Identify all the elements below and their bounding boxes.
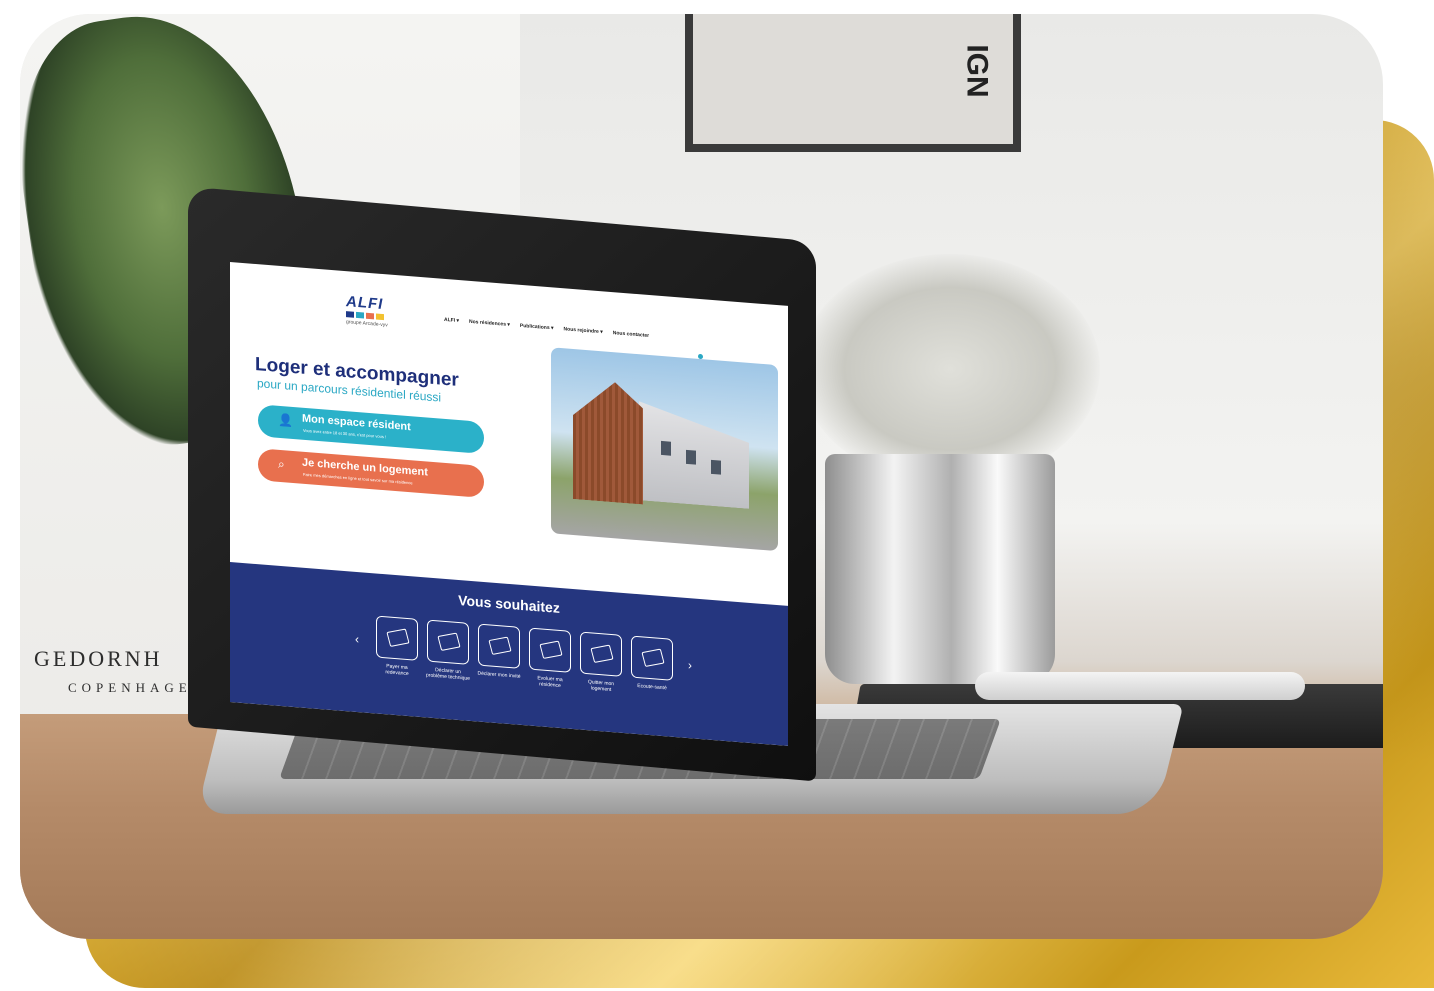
residence-photo <box>551 347 778 552</box>
logo-word: ALFI <box>346 293 384 314</box>
main-nav: ALFI ▾ Nos résidences ▾ Publications ▾ N… <box>444 317 649 339</box>
wall-frame: IGN <box>685 14 1021 152</box>
card-icon <box>478 623 520 669</box>
nav-item-contact[interactable]: Nous contacter <box>613 330 649 339</box>
silver-vase <box>825 454 1055 684</box>
smartphone <box>975 672 1305 700</box>
tile-ecoute-sante[interactable]: Ecoute-santé <box>630 635 674 697</box>
card-icon <box>376 615 418 661</box>
building-grey <box>639 390 749 509</box>
nav-item-rejoindre[interactable]: Nous rejoindre ▾ <box>564 326 603 335</box>
plant <box>800 254 1100 484</box>
poster-text: GEDORNH COPENHAGEN <box>34 646 206 696</box>
nav-item-alfi[interactable]: ALFI ▾ <box>444 317 459 324</box>
service-tiles: Payer ma redevance Déclarer un problème … <box>375 615 674 698</box>
nav-item-residences[interactable]: Nos résidences ▾ <box>469 319 510 328</box>
logo-subtitle: groupe Arcade-vyv <box>346 319 388 329</box>
window <box>686 449 696 465</box>
wall-frame-text: IGN <box>960 44 994 98</box>
tile-label: Déclarer mon invité <box>477 670 521 680</box>
tile-evoluer-residence[interactable]: Evoluer ma résidence <box>528 627 572 689</box>
nav-item-publications[interactable]: Publications ▾ <box>520 323 554 332</box>
tile-declarer-probleme[interactable]: Déclarer un problème technique <box>426 619 470 682</box>
laptop-screen: ALFI groupe Arcade-vyv ALFI ▾ Nos réside… <box>230 262 788 746</box>
card-icon <box>580 631 622 677</box>
tile-quitter-logement[interactable]: Quitter mon logement <box>579 631 623 693</box>
search-housing-button[interactable]: ⌕ Je cherche un logement Faire mes démar… <box>258 448 484 498</box>
tile-label: Payer ma redevance <box>385 663 409 678</box>
tile-label: Déclarer un problème technique <box>426 667 470 682</box>
tile-label: Quitter mon logement <box>587 679 615 694</box>
tile-label: Ecoute-santé <box>637 683 667 692</box>
resident-space-button[interactable]: 👤 Mon espace résident Vous avez entre 18… <box>258 404 484 454</box>
carousel-next-button[interactable]: › <box>688 658 692 672</box>
search-icon: ⌕ <box>278 456 285 472</box>
building-wood <box>573 379 643 505</box>
window <box>711 459 721 475</box>
card-icon <box>529 627 571 673</box>
poster-subtitle: COPENHAGEN <box>68 680 207 695</box>
section-title: Vous souhaitez <box>458 591 560 616</box>
window <box>661 440 671 456</box>
card-icon <box>631 635 673 681</box>
tile-label: Evoluer ma résidence <box>537 675 563 690</box>
tile-declarer-invite[interactable]: Déclarer mon invité <box>477 623 521 685</box>
mockup-photo: GEDORNH COPENHAGEN IGN ALFI groupe Arcad… <box>20 14 1383 939</box>
poster-title: GEDORNH <box>34 646 163 671</box>
user-icon: 👤 <box>278 412 293 428</box>
carousel-prev-button[interactable]: ‹ <box>355 632 359 646</box>
tile-payer-redevance[interactable]: Payer ma redevance <box>375 615 419 677</box>
card-icon <box>427 619 469 665</box>
alfi-logo[interactable]: ALFI groupe Arcade-vyv <box>346 293 388 328</box>
